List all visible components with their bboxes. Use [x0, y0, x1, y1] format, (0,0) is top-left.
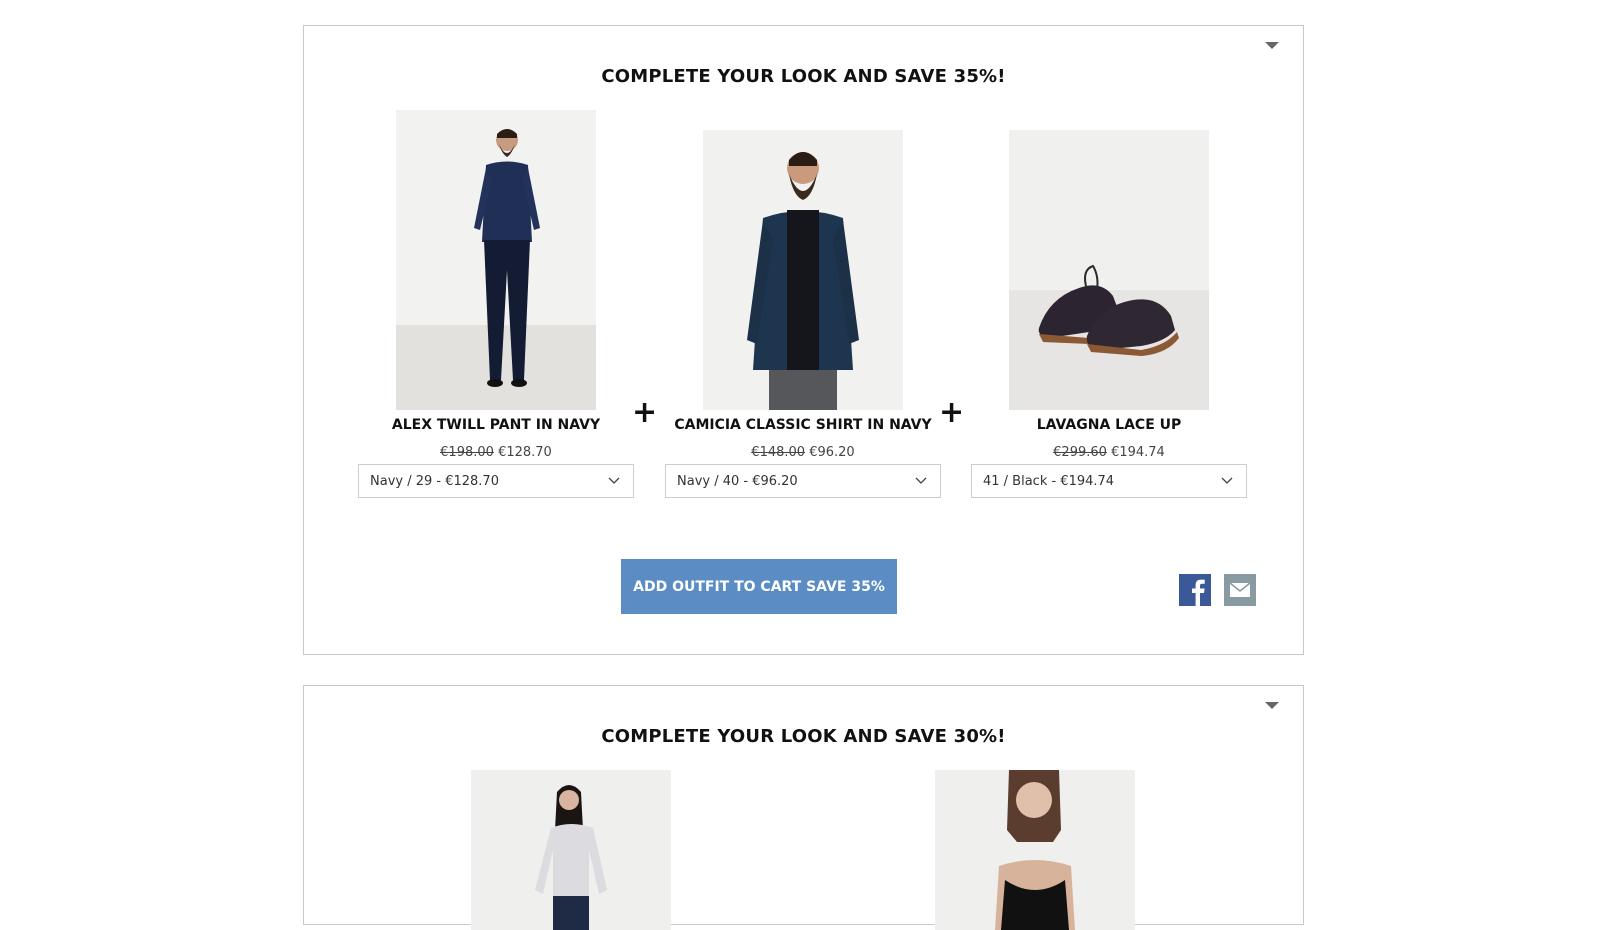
- original-price: €148.00: [751, 445, 806, 460]
- chevron-down-icon: [915, 477, 927, 484]
- collapse-toggle-icon[interactable]: [1265, 42, 1279, 49]
- product-price: €299.60 €194.74: [959, 445, 1259, 460]
- sale-price: €96.20: [809, 445, 855, 460]
- variant-select-value: 41 / Black - €194.74: [983, 474, 1115, 489]
- collapse-toggle-icon[interactable]: [1265, 702, 1279, 709]
- model-photo-icon: [703, 130, 903, 410]
- original-price: €198.00: [440, 445, 494, 460]
- product-image-alex-twill-pant[interactable]: [396, 110, 596, 410]
- variant-select[interactable]: 41 / Black - €194.74: [971, 464, 1247, 498]
- bundle-title: COMPLETE YOUR LOOK AND SAVE 35%!: [601, 66, 1006, 87]
- variant-select-value: Navy / 29 - €128.70: [370, 474, 499, 489]
- mail-icon: [1229, 582, 1251, 597]
- variant-select[interactable]: Navy / 29 - €128.70: [358, 464, 634, 498]
- chevron-down-icon: [608, 477, 620, 484]
- bundle-card: COMPLETE YOUR LOOK AND SAVE 30%!: [303, 685, 1304, 930]
- product-image[interactable]: [935, 770, 1135, 930]
- variant-select-value: Navy / 40 - €96.20: [677, 474, 798, 489]
- product-price: €198.00 €128.70: [346, 445, 646, 460]
- add-outfit-to-cart-button[interactable]: ADD OUTFIT TO CART SAVE 35%: [621, 559, 897, 614]
- facebook-share-button[interactable]: [1179, 574, 1211, 606]
- original-price: €299.60: [1053, 445, 1107, 460]
- product-image-camicia-shirt[interactable]: [703, 130, 903, 410]
- sale-price: €128.70: [498, 445, 552, 460]
- model-photo-icon: [471, 770, 671, 930]
- chevron-down-icon: [1221, 477, 1233, 484]
- email-share-button[interactable]: [1224, 574, 1256, 606]
- bundle-title: COMPLETE YOUR LOOK AND SAVE 30%!: [601, 726, 1006, 747]
- bundle-card: COMPLETE YOUR LOOK AND SAVE 35%! + + ALE…: [303, 25, 1304, 655]
- model-photo-icon: [935, 770, 1135, 930]
- shoes-photo-icon: [1009, 130, 1209, 410]
- sale-price: €194.74: [1111, 445, 1165, 460]
- model-photo-icon: [396, 110, 596, 410]
- facebook-icon: [1192, 579, 1205, 606]
- product-image-lavagna-lace-up[interactable]: [1009, 130, 1209, 410]
- product-name[interactable]: CAMICIA CLASSIC SHIRT IN NAVY: [653, 417, 953, 433]
- product-name[interactable]: ALEX TWILL PANT IN NAVY: [346, 417, 646, 433]
- product-price: €148.00 €96.20: [653, 445, 953, 460]
- product-image[interactable]: [471, 770, 671, 930]
- product-name[interactable]: LAVAGNA LACE UP: [959, 417, 1259, 433]
- variant-select[interactable]: Navy / 40 - €96.20: [665, 464, 941, 498]
